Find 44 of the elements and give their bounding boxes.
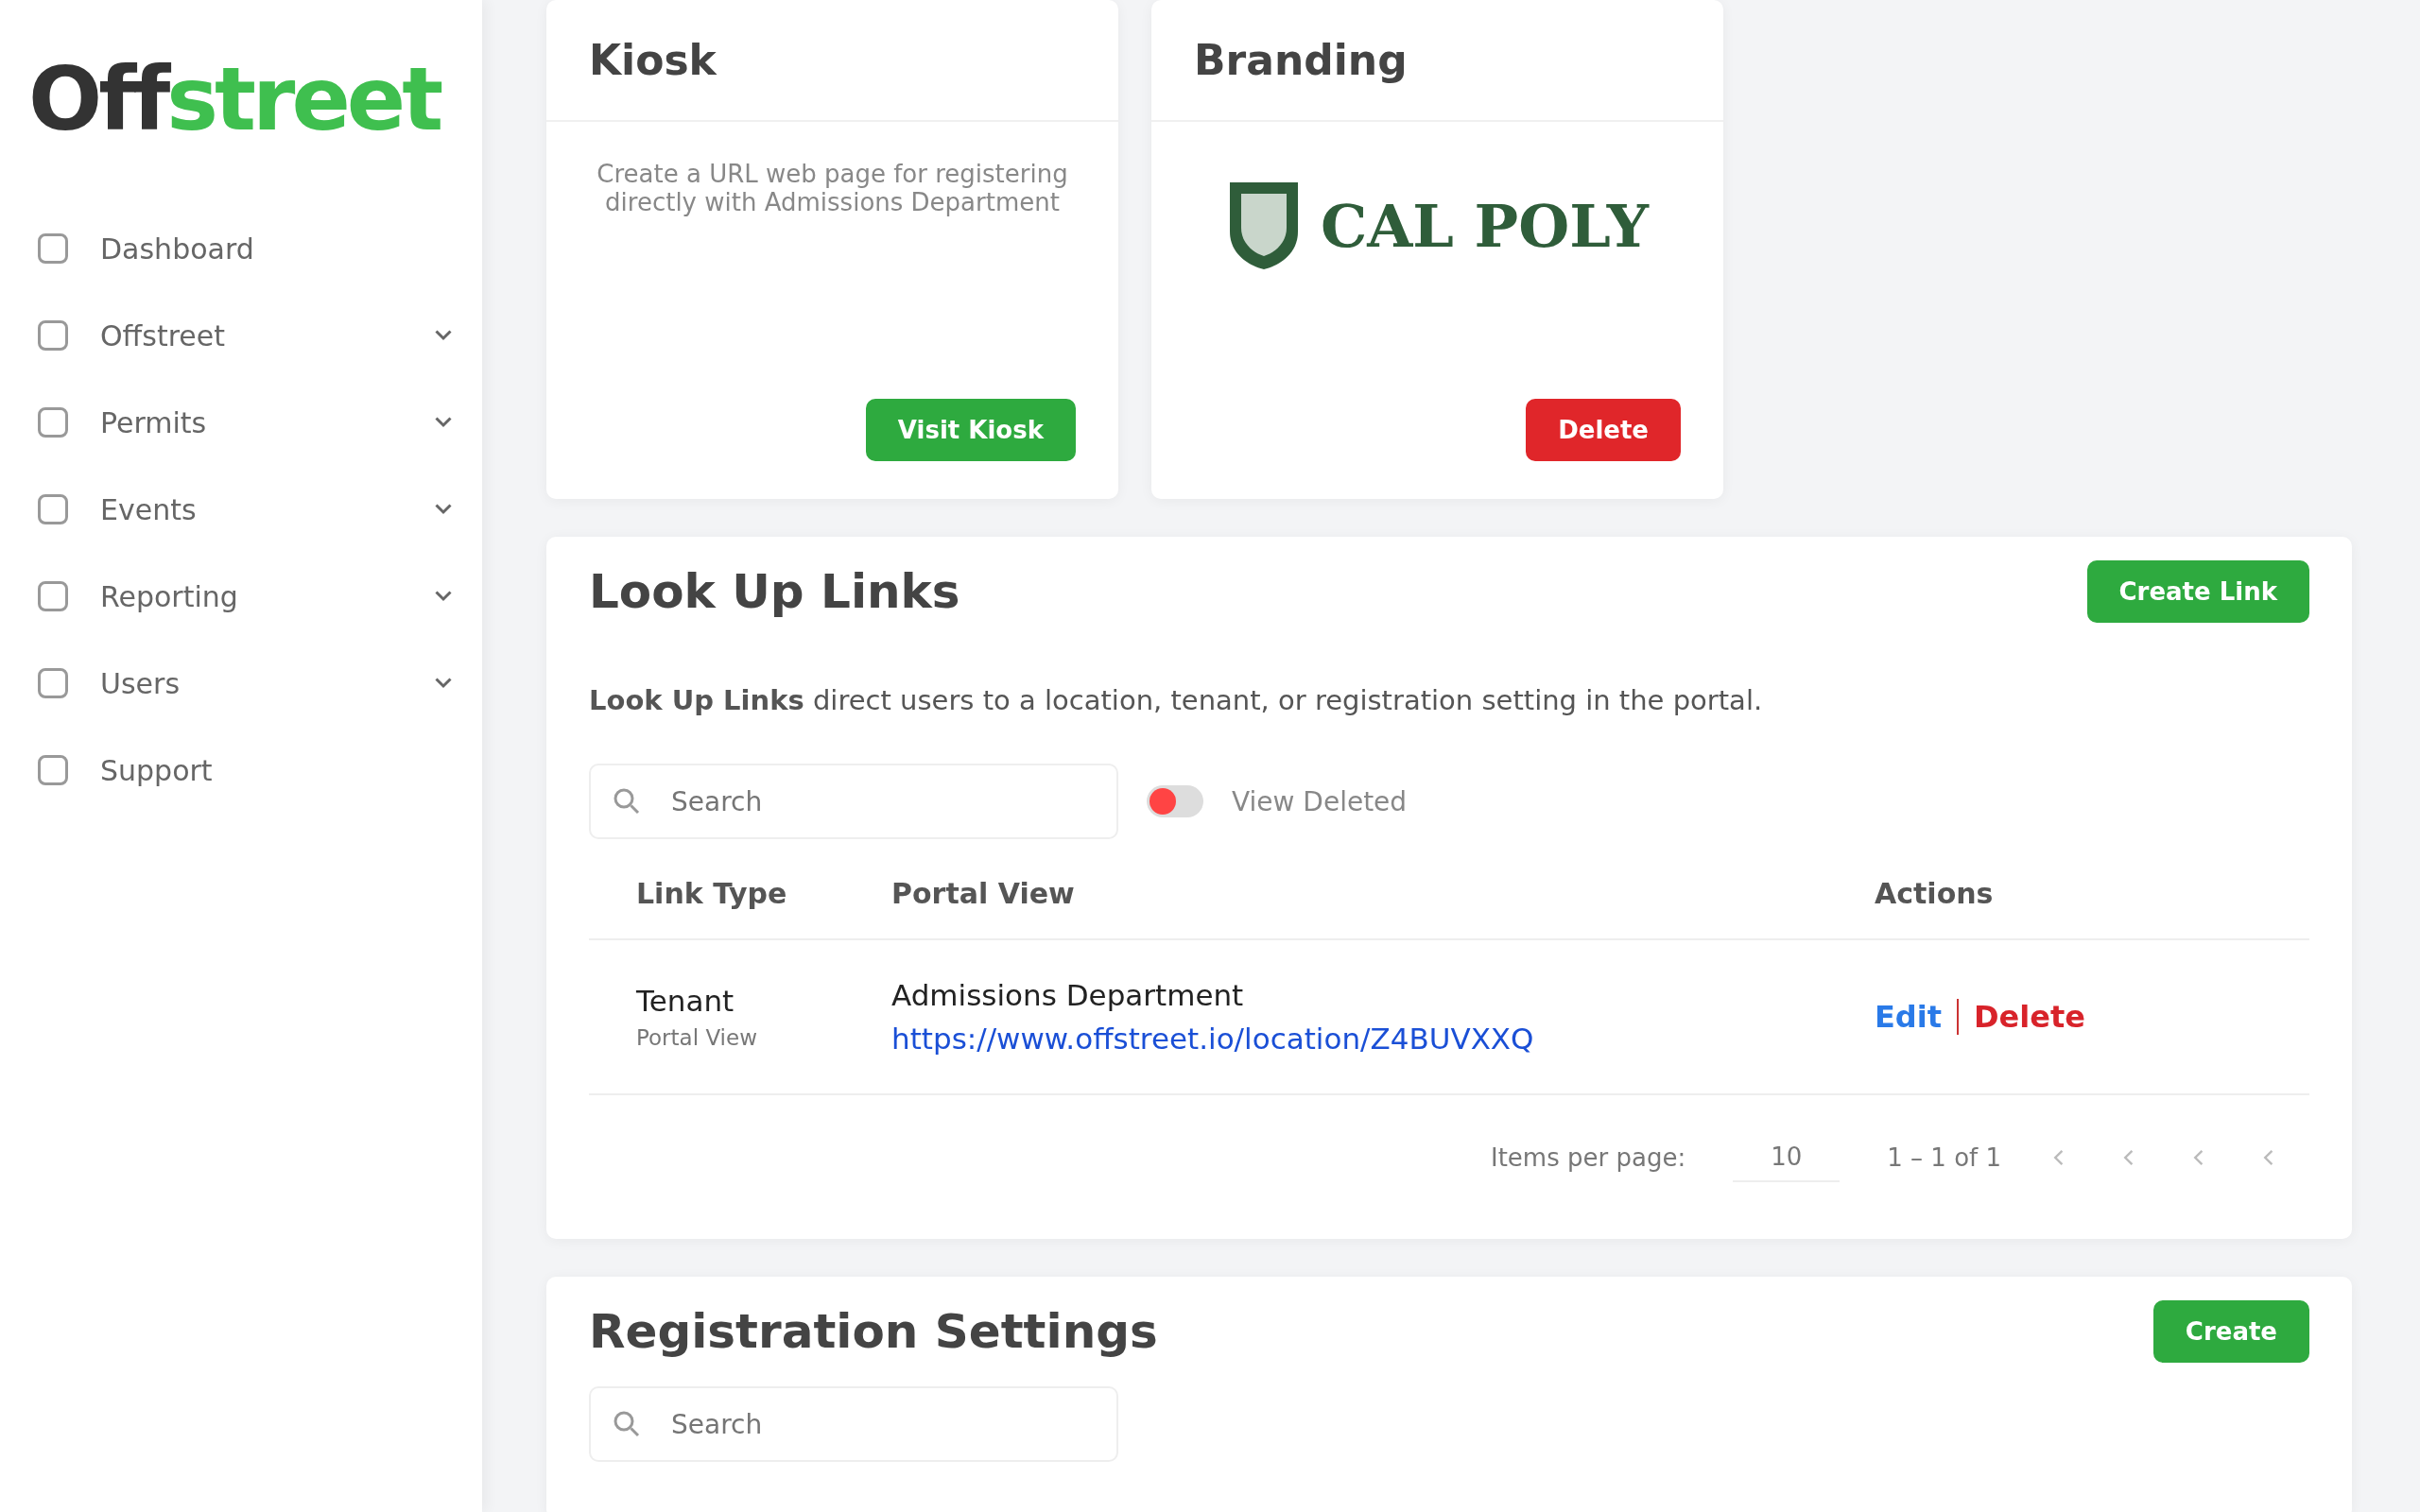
nav-item[interactable]: Permits (28, 403, 454, 442)
menu-icon (38, 755, 68, 785)
menu-icon (38, 494, 68, 524)
card-description: Look Up Links direct users to a location, tenant, or registration setting in the portal. (589, 684, 1764, 716)
column-header: Portal View (891, 877, 1076, 910)
nav-item[interactable]: Reporting (28, 576, 454, 616)
create-button[interactable]: Create (2152, 1300, 2309, 1363)
card-title: Kiosk (546, 0, 1118, 122)
search-field[interactable]: Search (589, 764, 1118, 839)
card-description: Create a URL web page for registering directly with Admissions Department (596, 160, 1069, 216)
nav-item[interactable]: Support (28, 750, 454, 790)
card-title: Look Up Links (589, 564, 960, 619)
action-link[interactable]: Edit (1875, 999, 1960, 1035)
university-logo-text: CAL POLY (1320, 191, 1650, 261)
nav-item[interactable]: Users (28, 663, 454, 703)
link-url[interactable]: https://www.offstreet.io/location/Z4BUVXXQ (891, 1022, 1875, 1056)
menu-icon (38, 320, 68, 351)
search-icon (613, 787, 641, 816)
menu-icon (38, 668, 68, 698)
toggle-label: View Deleted (1232, 785, 1408, 817)
link-type: Tenant (636, 984, 735, 1018)
card-title: Registration Settings (589, 1304, 1158, 1359)
column-header: Link Type (636, 877, 788, 910)
offstreet-logo: Offstreet (28, 57, 441, 144)
page-size-select[interactable]: 10 (1733, 1133, 1841, 1182)
nav-item[interactable]: Dashboard (28, 229, 454, 268)
nav-item[interactable]: Events (28, 490, 454, 529)
delete-button[interactable]: Delete (1526, 399, 1681, 461)
link-subtype: Portal View (636, 1025, 758, 1050)
action-link[interactable]: Delete (1959, 999, 2100, 1035)
items-per-page-label: Items per page: (1491, 1143, 1686, 1172)
page-range: 1 – 1 of 1 (1887, 1143, 2001, 1172)
link-name: Admissions Department (891, 978, 1245, 1012)
search-icon (613, 1410, 641, 1438)
toggle-switch[interactable] (1147, 785, 1203, 817)
menu-icon (38, 407, 68, 438)
search-field[interactable]: Search (589, 1386, 1118, 1462)
column-header: Actions (1875, 877, 1995, 910)
visit-kiosk-button[interactable]: Visit Kiosk (865, 399, 1076, 461)
menu-icon (38, 581, 68, 611)
create-link-button[interactable]: Create Link (2086, 560, 2309, 623)
menu-icon (38, 233, 68, 264)
nav-item[interactable]: Offstreet (28, 316, 454, 355)
card-title: Branding (1151, 0, 1723, 122)
